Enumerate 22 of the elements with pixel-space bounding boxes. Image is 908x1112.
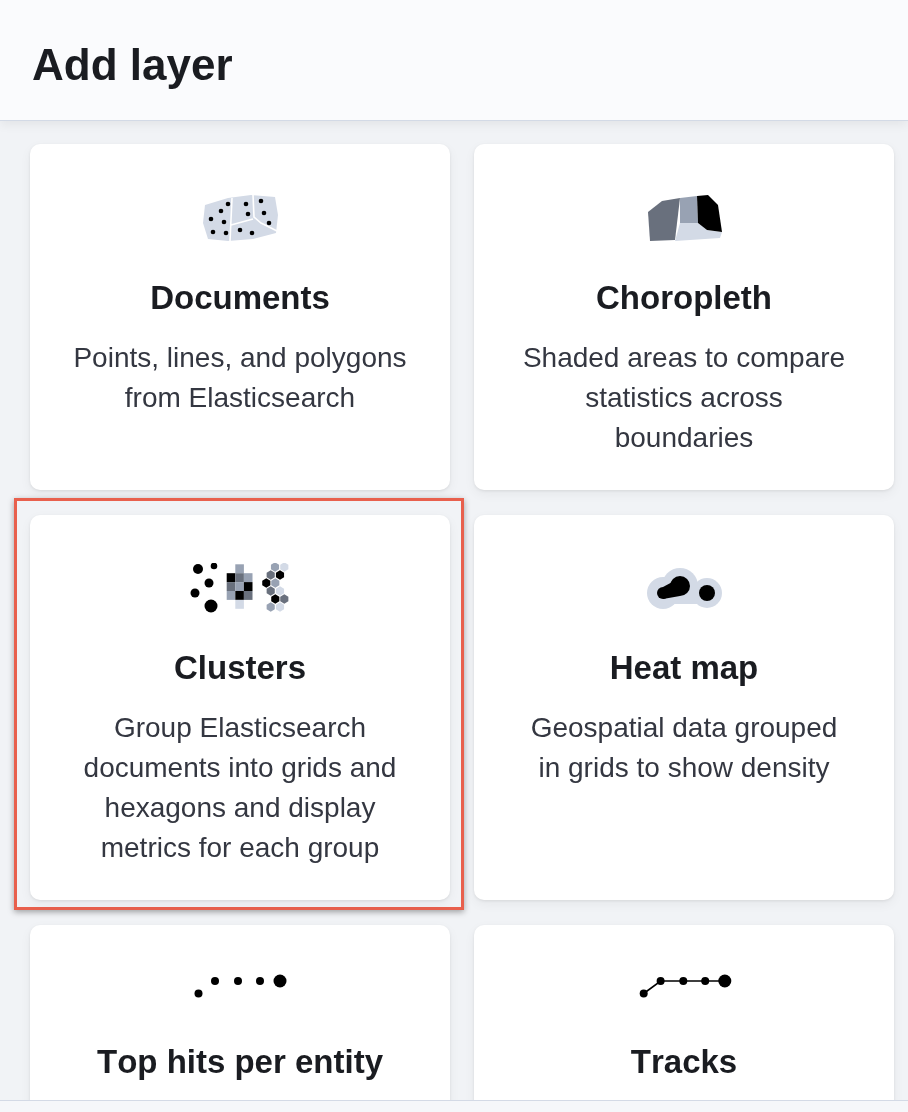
card-title: Clusters	[173, 648, 307, 688]
layer-card[interactable]: Choropleth Shaded areas to compare statistics across boundaries	[474, 144, 894, 490]
card-description: Geospatial data grouped in grids to show density	[529, 711, 839, 785]
card-title: Tracks	[630, 1042, 738, 1082]
dots-row-icon	[193, 972, 287, 998]
card-title: Documents	[150, 278, 330, 318]
shaded-regions-icon	[646, 194, 722, 242]
blob-dots-icon	[645, 568, 723, 610]
layer-card[interactable]: Documents Points, lines, and polygons from Elasticsearch	[30, 144, 450, 490]
layer-card[interactable]: Tracks	[474, 925, 894, 1100]
layer-card[interactable]: Clusters Group Elasticsearch documents into grids and hexagons and display metrics for each group	[30, 515, 450, 900]
card-title: Heat map	[609, 648, 759, 688]
card-description: Points, lines, and polygons from Elasticsearch	[72, 341, 408, 415]
layer-card[interactable]: Heat map Geospatial data grouped in grids to show density	[474, 515, 894, 900]
card-title: Choropleth	[596, 278, 772, 318]
layer-card[interactable]: Top hits per entity	[30, 925, 450, 1100]
dots-grid-hexagons-icon	[190, 563, 290, 613]
card-description: Group Elasticsearch documents into grids and hexagons and display metrics for each group	[82, 711, 398, 865]
panel-title: Add layer	[32, 39, 233, 91]
card-description: Shaded areas to compare statistics across boundaries	[521, 341, 847, 455]
card-title: Top hits per entity	[97, 1042, 383, 1082]
dotted-regions-icon	[202, 195, 278, 242]
